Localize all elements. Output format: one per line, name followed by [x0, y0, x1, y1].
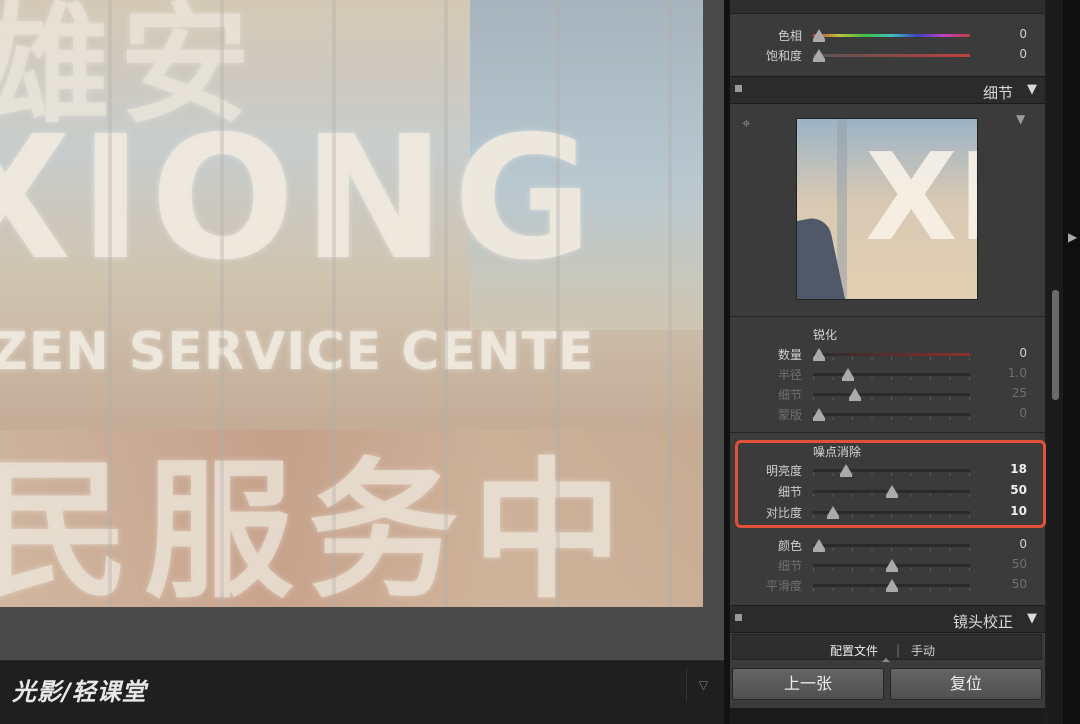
slider-value[interactable]: 50: [1012, 557, 1027, 571]
slider-ticks: [813, 417, 970, 420]
slider-row-hue[interactable]: 色相 0: [730, 25, 1045, 45]
panel-switch-icon[interactable]: [735, 85, 742, 92]
slider-ticks: [813, 377, 970, 380]
slider-thumb[interactable]: [885, 559, 898, 572]
lens-tabs: [732, 634, 1042, 660]
slider-thumb[interactable]: [813, 29, 825, 42]
triangle-down-icon[interactable]: ▼: [1016, 112, 1025, 126]
slider-row-saturation[interactable]: 饱和度 0: [730, 45, 1045, 65]
slider-thumb[interactable]: [813, 348, 826, 361]
triangle-down-icon[interactable]: ▼: [1027, 611, 1037, 626]
image-view: 雄安 XIONG ZEN SERVICE CENTE 民服务中: [0, 0, 724, 724]
slider-row[interactable]: 数量 0: [730, 344, 1045, 364]
watermark-logo: 光影/轻课堂: [12, 678, 147, 706]
tab-manual[interactable]: 手动: [911, 642, 935, 659]
panel-title: 镜头校正: [952, 613, 1013, 631]
slider-track[interactable]: [813, 393, 970, 396]
slider-label: 颜色: [777, 539, 802, 553]
slider-label: 蒙版: [777, 408, 802, 422]
sharpening-heading: 锐化: [813, 328, 838, 342]
panel-switch-icon[interactable]: [735, 614, 742, 621]
slider-thumb[interactable]: [885, 579, 898, 592]
highlight-box: [735, 440, 1046, 528]
slider-thumb[interactable]: [813, 539, 826, 552]
slider-row[interactable]: 颜色 0: [730, 535, 1045, 555]
target-adjust-icon[interactable]: ⌖: [742, 114, 750, 132]
photo-preview[interactable]: 雄安 XIONG ZEN SERVICE CENTE 民服务中: [0, 0, 703, 607]
reset-button[interactable]: 复位: [890, 668, 1042, 700]
slider-label: 细节: [777, 559, 802, 573]
slider-value[interactable]: 0: [1019, 47, 1027, 61]
panel-expand-arrow-icon[interactable]: ▶: [1068, 230, 1077, 244]
slider-row[interactable]: 平滑度 50: [730, 575, 1045, 595]
slider-value[interactable]: 0: [1019, 537, 1027, 551]
tab-profile[interactable]: 配置文件: [830, 642, 878, 659]
slider-track[interactable]: [813, 353, 970, 356]
slider-value[interactable]: 50: [1012, 577, 1027, 591]
slider-row[interactable]: 蒙版 0: [730, 404, 1045, 424]
slider-thumb[interactable]: [849, 388, 862, 401]
active-tab-caret: [882, 658, 890, 662]
slider-thumb[interactable]: [841, 368, 854, 381]
slider-value[interactable]: 0: [1019, 27, 1027, 41]
slider-label: 半径: [777, 368, 802, 382]
slider-label: 饱和度: [765, 49, 802, 63]
slider-label: 数量: [777, 348, 802, 362]
lens-panel-header[interactable]: 镜头校正 ▼: [730, 605, 1045, 633]
slider-row[interactable]: 细节 25: [730, 384, 1045, 404]
slider-row[interactable]: 半径 1.0: [730, 364, 1045, 384]
slider-thumb[interactable]: [813, 49, 825, 62]
slider-ticks: [813, 548, 970, 551]
slider-track[interactable]: [813, 373, 970, 376]
slider-row[interactable]: 细节 50: [730, 555, 1045, 575]
slider-value[interactable]: 25: [1012, 386, 1027, 400]
panel-title: 细节: [982, 84, 1013, 102]
slider-ticks: [813, 357, 970, 360]
previous-button[interactable]: 上一张: [732, 668, 884, 700]
detail-panel-header[interactable]: 细节 ▼: [730, 76, 1045, 104]
hue-track[interactable]: [813, 34, 970, 37]
scrollbar-thumb[interactable]: [1052, 290, 1059, 400]
slider-value[interactable]: 0: [1019, 346, 1027, 360]
slider-track[interactable]: [813, 544, 970, 547]
triangle-down-icon[interactable]: ▼: [1027, 82, 1037, 97]
detail-zoom-preview[interactable]: XI: [796, 118, 978, 300]
slider-value[interactable]: 0: [1019, 406, 1027, 420]
slider-label: 细节: [777, 388, 802, 402]
slider-label: 平滑度: [765, 579, 802, 593]
slider-label: 色相: [777, 29, 802, 43]
saturation-track[interactable]: [813, 54, 970, 57]
slider-track[interactable]: [813, 413, 970, 416]
chevron-down-icon[interactable]: ▽: [686, 668, 720, 702]
slider-value[interactable]: 1.0: [1008, 366, 1027, 380]
panel-top-strip: [730, 0, 1045, 14]
slider-ticks: [813, 397, 970, 400]
slider-thumb[interactable]: [813, 408, 826, 421]
tab-separator: |: [896, 643, 901, 657]
